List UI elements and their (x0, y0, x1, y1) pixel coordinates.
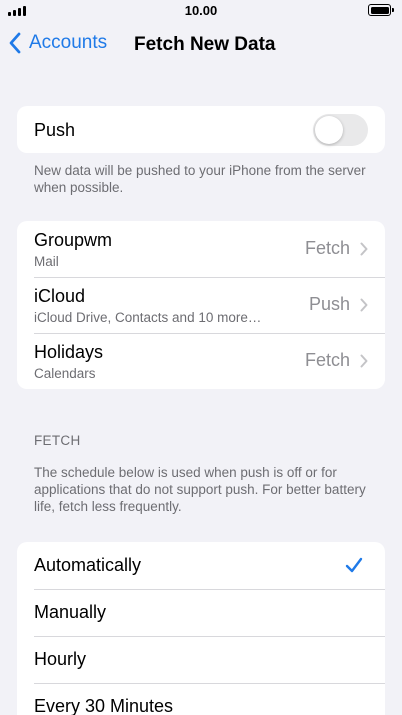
chevron-right-icon (360, 298, 368, 312)
account-fetch-setting: Fetch (304, 350, 350, 370)
toggle-knob (315, 116, 343, 144)
account-row-holidays[interactable]: Holidays Calendars Fetch (17, 333, 385, 389)
push-row: Push (17, 106, 385, 153)
chevron-right-icon (360, 242, 368, 256)
fetch-section-header: FETCH (34, 433, 81, 448)
fetch-option-automatically[interactable]: Automatically (17, 542, 385, 589)
account-row-groupwm[interactable]: Groupwm Mail Fetch (17, 221, 385, 277)
fetch-option-hourly[interactable]: Hourly (17, 636, 385, 683)
account-subtitle: Mail (34, 254, 59, 269)
fetch-option-every-30-minutes[interactable]: Every 30 Minutes (17, 683, 385, 715)
push-group: Push (17, 106, 385, 153)
fetch-option-label: Automatically (34, 555, 142, 575)
account-name: iCloud (34, 286, 86, 306)
account-fetch-setting: Push (308, 294, 350, 314)
chevron-left-icon (9, 32, 21, 54)
fetch-option-label: Manually (34, 602, 107, 622)
push-footnote: New data will be pushed to your iPhone f… (34, 163, 366, 195)
push-toggle[interactable] (313, 114, 368, 146)
battery-icon (368, 4, 394, 16)
account-row-icloud[interactable]: iCloud iCloud Drive, Contacts and 10 mor… (17, 277, 385, 333)
page-title: Fetch New Data (134, 34, 276, 55)
status-bar: 10.00 (0, 0, 402, 22)
push-label: Push (34, 120, 76, 140)
chevron-right-icon (360, 354, 368, 368)
fetch-option-label: Hourly (34, 649, 87, 669)
back-button[interactable]: Accounts (8, 32, 107, 54)
accounts-group: Groupwm Mail Fetch iCloud iCloud Drive, … (17, 221, 385, 389)
account-name: Groupwm (34, 230, 113, 250)
fetch-options-group: Automatically Manually Hourly Every 30 M… (17, 542, 385, 715)
fetch-option-label: Every 30 Minutes (34, 696, 174, 715)
fetch-option-manually[interactable]: Manually (17, 589, 385, 636)
account-subtitle: iCloud Drive, Contacts and 10 more… (34, 310, 262, 325)
back-button-label: Accounts (29, 32, 108, 53)
navigation-bar: Accounts Fetch New Data (0, 28, 402, 64)
status-time: 10.00 (184, 3, 218, 18)
account-fetch-setting: Fetch (304, 238, 350, 258)
account-name: Holidays (34, 342, 104, 362)
account-subtitle: Calendars (34, 366, 96, 381)
fetch-footnote: The schedule below is used when push is … (34, 465, 366, 514)
checkmark-icon (345, 557, 363, 573)
